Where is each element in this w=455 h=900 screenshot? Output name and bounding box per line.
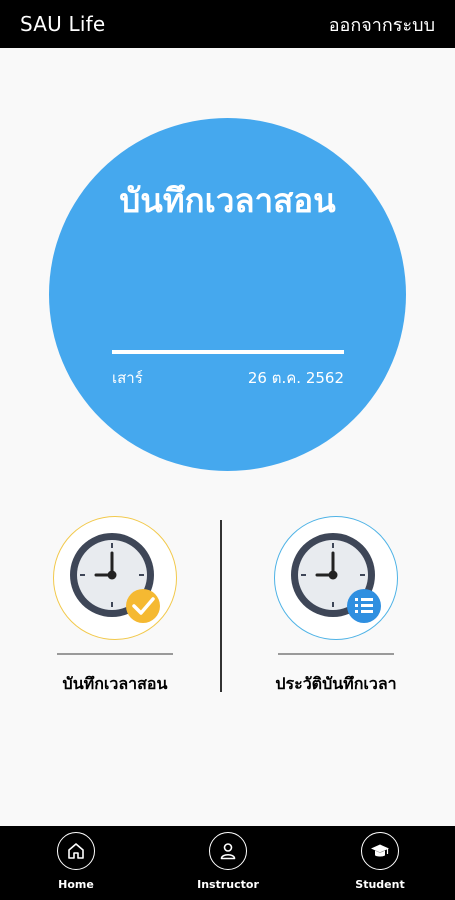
hero-divider [112,350,344,354]
clock-check-icon [70,533,160,623]
time-history-button[interactable]: ประวัติบันทึกเวลา [256,516,416,696]
record-time-button[interactable]: บันทึกเวลาสอน [35,516,195,696]
app-title: SAU Life [20,12,106,36]
hero-title: บันทึกเวลาสอน [119,181,336,220]
logout-button[interactable]: ออกจากระบบ [329,10,435,39]
graduation-cap-icon [361,832,399,870]
nav-instructor-label: Instructor [197,878,259,891]
nav-home[interactable]: Home [36,832,116,898]
user-icon [209,832,247,870]
time-history-ring [274,516,398,640]
bottom-nav: Home Instructor Student [0,826,455,900]
nav-student-label: Student [355,878,405,891]
record-time-underline [57,653,173,655]
nav-student[interactable]: Student [340,832,420,898]
time-history-underline [278,653,394,655]
time-history-label: ประวัติบันทึกเวลา [275,674,397,693]
record-time-ring [53,516,177,640]
hero-circle[interactable] [49,118,406,471]
hero-day: เสาร์ [112,369,143,387]
nav-home-label: Home [58,878,94,891]
clock-list-icon [291,533,381,623]
nav-instructor[interactable]: Instructor [188,832,268,898]
top-bar: SAU Life ออกจากระบบ [0,0,455,48]
hero-date: 26 ต.ค. 2562 [247,369,344,387]
actions-divider [220,520,222,692]
record-time-label: บันทึกเวลาสอน [62,674,168,693]
home-icon [57,832,95,870]
